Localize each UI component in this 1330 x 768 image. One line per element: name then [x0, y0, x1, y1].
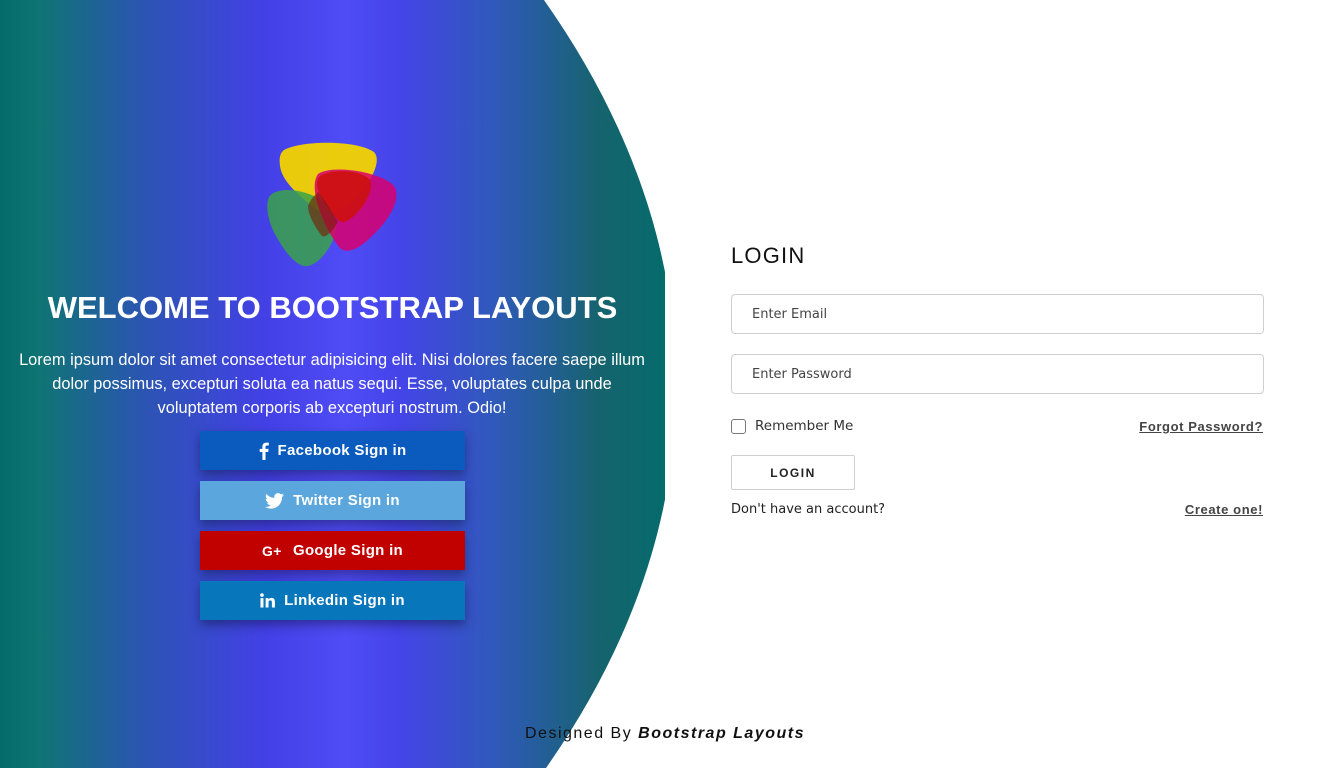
login-heading: LOGIN: [731, 243, 806, 268]
create-account-link[interactable]: Create one!: [1185, 502, 1263, 517]
login-button[interactable]: LOGIN: [731, 455, 855, 490]
twitter-signin-label: Twitter Sign in: [293, 492, 400, 509]
welcome-title: WELCOME TO BOOTSTRAP LAYOUTS: [47, 290, 618, 325]
footer-credit: Designed By Bootstrap Layouts: [0, 725, 1330, 743]
footer-prefix: Designed By: [524, 725, 633, 742]
footer-brand: Bootstrap Layouts: [638, 725, 805, 742]
password-input[interactable]: [731, 354, 1264, 394]
welcome-description: Lorem ipsum dolor sit amet consectetur a…: [19, 351, 645, 417]
app-logo: [262, 142, 402, 268]
google-plus-icon: G+: [262, 541, 284, 561]
remember-me-checkbox[interactable]: [731, 418, 746, 434]
welcome-panel: WELCOME TO BOOTSTRAP LAYOUTS Lorem ipsum…: [0, 0, 665, 768]
linkedin-icon: [260, 591, 275, 611]
linkedin-signin-button[interactable]: Linkedin Sign in: [200, 581, 465, 620]
remember-me-label: Remember Me: [755, 418, 854, 434]
email-input[interactable]: [731, 294, 1264, 334]
facebook-icon: [259, 441, 269, 461]
google-signin-button[interactable]: G+ Google Sign in: [200, 531, 465, 570]
no-account-text: Don't have an account?: [731, 502, 886, 517]
facebook-signin-label: Facebook Sign in: [277, 442, 407, 459]
remember-me[interactable]: Remember Me: [731, 418, 853, 434]
google-signin-label: Google Sign in: [292, 542, 404, 559]
svg-text:G+: G+: [262, 544, 282, 558]
twitter-icon: [265, 491, 284, 511]
facebook-signin-button[interactable]: Facebook Sign in: [200, 431, 465, 470]
linkedin-signin-label: Linkedin Sign in: [284, 592, 405, 609]
twitter-signin-button[interactable]: Twitter Sign in: [200, 481, 465, 520]
forgot-password-link[interactable]: Forgot Password?: [1139, 419, 1263, 434]
